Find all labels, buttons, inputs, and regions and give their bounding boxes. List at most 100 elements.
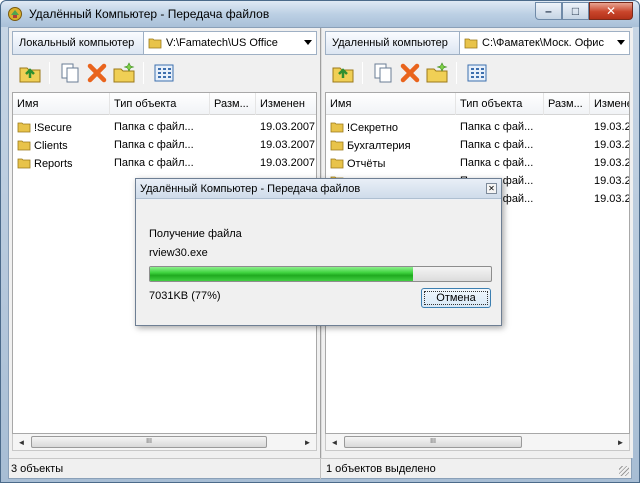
table-row[interactable]: Clients Папка с файл... 19.03.2007 1 [13,136,316,154]
maximize-button[interactable]: □ [562,2,589,20]
toolbar-separator [362,62,363,84]
status-separator [320,459,321,479]
row-modified: 19.03.2007 1 [260,157,316,169]
column-header-name[interactable]: Имя [326,93,456,115]
new-folder-icon[interactable] [424,60,450,86]
list-header: Имя Тип объекта Разм... Изменен [326,93,629,115]
row-name: Бухгалтерия [330,139,454,152]
resize-grip-icon[interactable] [619,466,629,476]
transfer-progress-bar [149,266,492,282]
title-bar[interactable]: Удалённый Компьютер - Передача файлов – … [1,1,639,27]
cancel-button[interactable]: Отмена [421,288,491,308]
column-header-modified[interactable]: Изменен [256,93,316,115]
new-folder-icon[interactable] [111,60,137,86]
list-header: Имя Тип объекта Разм... Изменен [13,93,316,115]
scroll-right-button[interactable]: ► [612,434,629,450]
folder-icon [17,122,31,133]
scroll-right-button[interactable]: ► [299,434,316,450]
table-row[interactable]: Бухгалтерия Папка с фай... 19.03.20 [326,136,629,154]
row-modified: 19.03.20 [594,139,629,151]
scroll-left-button[interactable]: ◄ [326,434,343,450]
folder-icon [17,158,31,169]
column-header-type[interactable]: Тип объекта [110,93,210,115]
remote-path-text: C:\Фаматек\Моск. Офис [482,37,604,49]
transfer-progress-text: 7031KB (77%) [149,290,221,302]
row-type: Папка с файл... [114,139,194,151]
folder-up-icon[interactable] [330,60,356,86]
column-header-modified[interactable]: Изменен [590,93,629,115]
dialog-title-bar[interactable]: Удалённый Компьютер - Передача файлов ✕ [136,179,501,199]
copy-icon[interactable] [370,60,396,86]
local-tab[interactable]: Локальный компьютер [13,32,144,54]
view-mode-icon[interactable] [464,60,490,86]
scroll-thumb[interactable]: III [344,436,522,448]
column-header-size[interactable]: Разм... [210,93,256,115]
folder-icon [148,38,162,49]
row-modified: 19.03.2007 1 [260,139,316,151]
table-row[interactable]: !Secure Папка с файл... 19.03.2007 1 [13,118,316,136]
row-name: Clients [17,139,109,152]
dialog-body: Получение файла rview30.exe 7031KB (77%)… [136,200,501,325]
minimize-button[interactable]: – [535,2,562,20]
row-type: Папка с фай... [460,121,534,133]
scroll-left-button[interactable]: ◄ [13,434,30,450]
transfer-status-label: Получение файла [149,228,242,240]
table-row[interactable]: Reports Папка с файл... 19.03.2007 1 [13,154,316,172]
local-path-combo[interactable]: V:\Famatech\US Office [144,32,316,54]
dialog-close-button[interactable]: ✕ [486,183,497,194]
row-type: Папка с фай... [460,157,534,169]
close-button[interactable]: ✕ [589,2,633,20]
copy-icon[interactable] [57,60,83,86]
remote-path-bar: Удаленный компьютер C:\Фаматек\Моск. Офи… [325,31,630,55]
focus-rect [424,291,488,305]
remote-path-combo[interactable]: C:\Фаматек\Моск. Офис [460,32,629,54]
remote-tab[interactable]: Удаленный компьютер [326,32,460,54]
row-type: Папка с файл... [114,157,194,169]
window-title: Удалённый Компьютер - Передача файлов [29,7,270,21]
toolbar-separator [456,62,457,84]
close-icon: ✕ [605,4,617,18]
row-name-text: Clients [34,140,68,152]
dialog-title: Удалённый Компьютер - Передача файлов [140,183,361,195]
maximize-icon: □ [571,4,580,18]
scroll-thumb[interactable]: III [31,436,267,448]
app-icon [8,7,22,21]
row-name: !Secure [17,121,109,134]
row-name-text: Reports [34,158,73,170]
toolbar-separator [49,62,50,84]
row-name: !Секретно [330,121,454,134]
folder-up-icon[interactable] [17,60,43,86]
toolbar-separator [143,62,144,84]
row-name: Отчёты [330,157,454,170]
folder-icon [464,38,478,49]
column-header-size[interactable]: Разм... [544,93,590,115]
local-toolbar [12,58,317,90]
delete-icon[interactable] [84,60,110,86]
row-name-text: Отчёты [347,158,386,170]
chevron-down-icon[interactable] [617,40,625,45]
row-modified: 19.03.20 [594,157,629,169]
folder-icon [330,140,344,151]
status-bar: 3 объекты 1 объектов выделено [9,458,631,479]
row-modified: 19.03.20 [594,193,629,205]
view-mode-icon[interactable] [151,60,177,86]
column-header-type[interactable]: Тип объекта [456,93,544,115]
folder-icon [17,140,31,151]
column-header-name[interactable]: Имя [13,93,110,115]
row-name-text: Бухгалтерия [347,140,411,152]
remote-status-text: 1 объектов выделено [326,463,436,475]
local-path-bar: Локальный компьютер V:\Famatech\US Offic… [12,31,317,55]
row-modified: 19.03.20 [594,175,629,187]
remote-horizontal-scrollbar[interactable]: ◄ III ► [325,434,630,451]
progress-fill [150,267,413,281]
row-name: Reports [17,157,109,170]
delete-icon[interactable] [397,60,423,86]
folder-icon [330,122,344,133]
chevron-down-icon[interactable] [304,40,312,45]
table-row[interactable]: !Секретно Папка с фай... 19.03.20 [326,118,629,136]
row-type: Папка с фай... [460,139,534,151]
minimize-icon: – [545,4,552,18]
table-row[interactable]: Отчёты Папка с фай... 19.03.20 [326,154,629,172]
local-status-text: 3 объекты [11,463,64,475]
local-horizontal-scrollbar[interactable]: ◄ III ► [12,434,317,451]
